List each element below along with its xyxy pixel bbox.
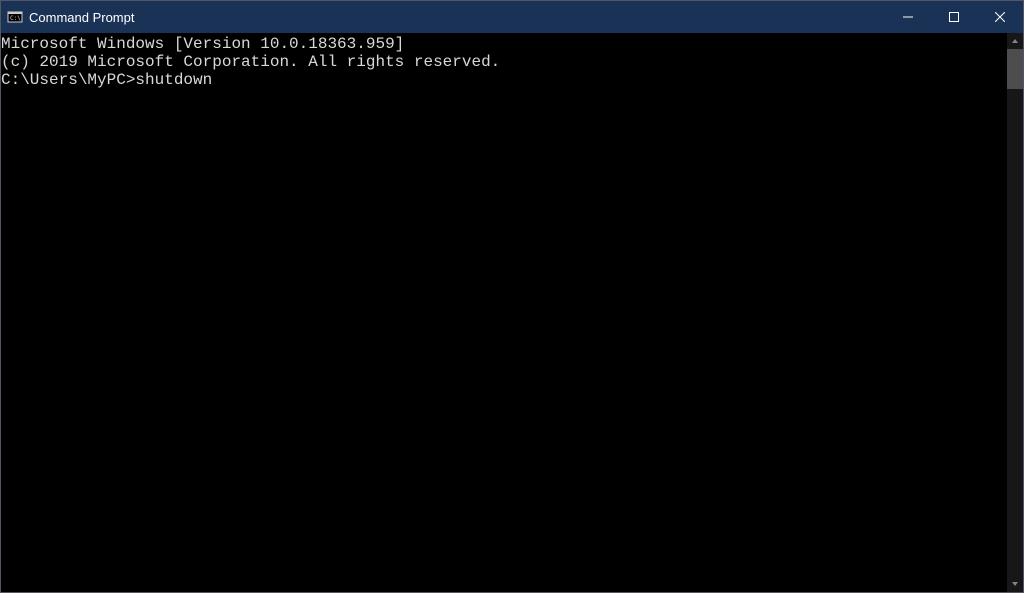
- vertical-scrollbar[interactable]: [1007, 33, 1023, 592]
- command-input[interactable]: shutdown: [135, 71, 212, 89]
- terminal-output[interactable]: Microsoft Windows [Version 10.0.18363.95…: [1, 33, 1007, 592]
- scroll-down-arrow-icon[interactable]: [1007, 576, 1023, 592]
- command-prompt-window: C:\ Command Prompt Microsoft Windows [Ve…: [0, 0, 1024, 593]
- titlebar[interactable]: C:\ Command Prompt: [1, 1, 1023, 33]
- scroll-thumb[interactable]: [1007, 49, 1023, 89]
- copyright-line: (c) 2019 Microsoft Corporation. All righ…: [1, 53, 1007, 71]
- close-button[interactable]: [977, 1, 1023, 33]
- scroll-up-arrow-icon[interactable]: [1007, 33, 1023, 49]
- svg-text:C:\: C:\: [10, 15, 21, 22]
- content-area: Microsoft Windows [Version 10.0.18363.95…: [1, 33, 1023, 592]
- window-controls: [885, 1, 1023, 33]
- version-line: Microsoft Windows [Version 10.0.18363.95…: [1, 35, 1007, 53]
- maximize-button[interactable]: [931, 1, 977, 33]
- scroll-track[interactable]: [1007, 49, 1023, 576]
- app-icon: C:\: [7, 9, 23, 25]
- prompt-line: C:\Users\MyPC>shutdown: [1, 71, 1007, 89]
- minimize-button[interactable]: [885, 1, 931, 33]
- window-title: Command Prompt: [29, 10, 134, 25]
- prompt-path: C:\Users\MyPC>: [1, 71, 135, 89]
